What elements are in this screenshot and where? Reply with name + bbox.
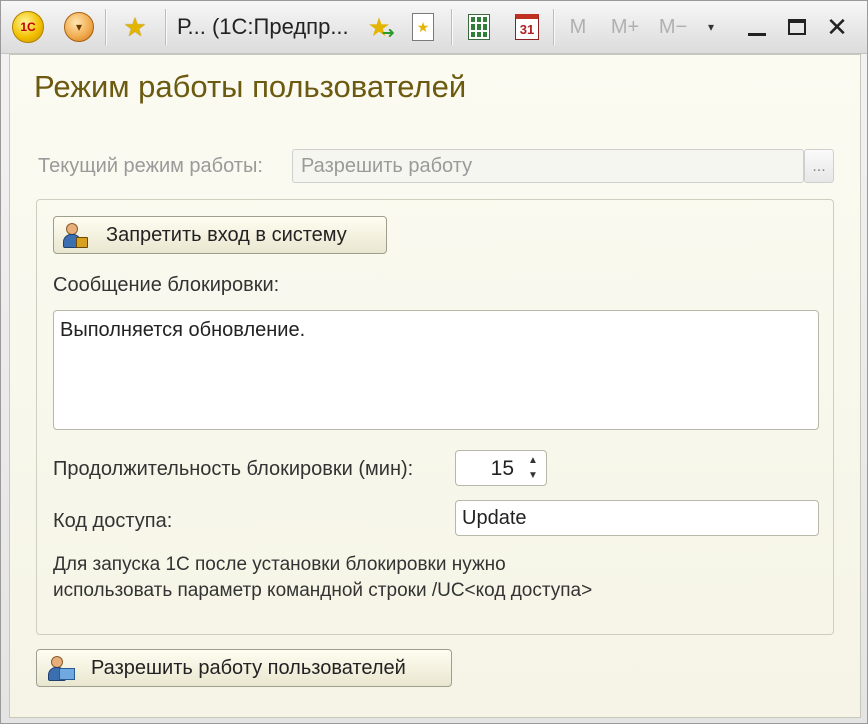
title-bar: 1С ▾ ★ Р... (1С:Предпр... ★ ➜ ★ 31 M M+ M… [1, 1, 867, 54]
spin-buttons[interactable]: ▲ ▼ [522, 453, 544, 483]
current-mode-field: Разрешить работу [292, 149, 804, 183]
window-title: Р... (1С:Предпр... [177, 14, 349, 39]
allow-users-button[interactable]: Разрешить работу пользователей [36, 649, 452, 687]
memory-subtract-button[interactable]: M− [653, 7, 693, 47]
toolbar-separator [165, 9, 166, 45]
user-lock-icon [62, 222, 88, 248]
current-mode-choose-button: ... [804, 149, 834, 183]
star-icon: ★ [123, 11, 147, 42]
1c-logo-icon: 1С [12, 11, 44, 43]
lock-duration-value: 15 [490, 457, 514, 480]
lock-message-label: Сообщение блокировки: [53, 274, 280, 296]
app-window: 1С ▾ ★ Р... (1С:Предпр... ★ ➜ ★ 31 M M+ M… [0, 0, 868, 724]
calculator-icon [468, 14, 490, 40]
calendar-icon: 31 [515, 14, 539, 40]
hint-line-2: использовать параметр командной строки /… [53, 580, 593, 601]
decrement-icon[interactable]: ▼ [522, 468, 544, 483]
star-document-icon: ★ [412, 13, 434, 41]
favorites-button[interactable]: ★ [115, 7, 155, 47]
current-mode-label: Текущий режим работы: [38, 155, 263, 177]
close-icon: ✕ [826, 11, 848, 42]
favorite-document-button[interactable]: ★ [403, 7, 443, 47]
close-button[interactable]: ✕ [819, 7, 855, 47]
calendar-button[interactable]: 31 [507, 7, 547, 47]
app-logo[interactable]: 1С [9, 7, 47, 47]
minimize-icon [748, 32, 766, 36]
lock-duration-label: Продолжительность блокировки (мин): [53, 458, 414, 480]
lock-login-button[interactable]: Запретить вход в систему [53, 216, 387, 254]
user-computer-icon [47, 655, 75, 681]
main-menu-button[interactable]: ▾ [61, 7, 97, 47]
increment-icon[interactable]: ▲ [522, 453, 544, 468]
minimize-button[interactable] [739, 7, 775, 47]
user-mode-form: Режим работы пользователей Текущий режим… [9, 54, 861, 718]
access-code-hint: Для запуска 1С после установки блокировк… [53, 552, 592, 604]
access-code-label: Код доступа: [53, 510, 173, 532]
calculator-button[interactable] [459, 7, 499, 47]
lock-message-textarea[interactable]: Выполняется обновление. [53, 310, 819, 430]
add-to-favorites-button[interactable]: ★ ➜ [361, 7, 397, 47]
maximize-icon [788, 19, 806, 35]
memory-button[interactable]: M [563, 7, 593, 47]
lock-login-button-label: Запретить вход в систему [106, 223, 347, 246]
toolbar-separator [553, 9, 554, 45]
lock-duration-stepper[interactable]: 15 ▲ ▼ [455, 450, 547, 486]
access-code-input[interactable]: Update [455, 500, 819, 536]
hint-line-1: Для запуска 1С после установки блокировк… [53, 554, 506, 575]
lock-settings-group: Запретить вход в систему Сообщение блоки… [36, 199, 834, 635]
toolbar-separator [451, 9, 452, 45]
memory-add-button[interactable]: M+ [605, 7, 645, 47]
maximize-button[interactable] [779, 7, 815, 47]
toolbar-separator [105, 9, 106, 45]
main-menu-icon: ▾ [64, 12, 94, 42]
page-title: Режим работы пользователей [34, 69, 467, 104]
toolbar-dropdown-button[interactable]: ▾ [699, 7, 723, 47]
allow-users-button-label: Разрешить работу пользователей [91, 656, 406, 679]
